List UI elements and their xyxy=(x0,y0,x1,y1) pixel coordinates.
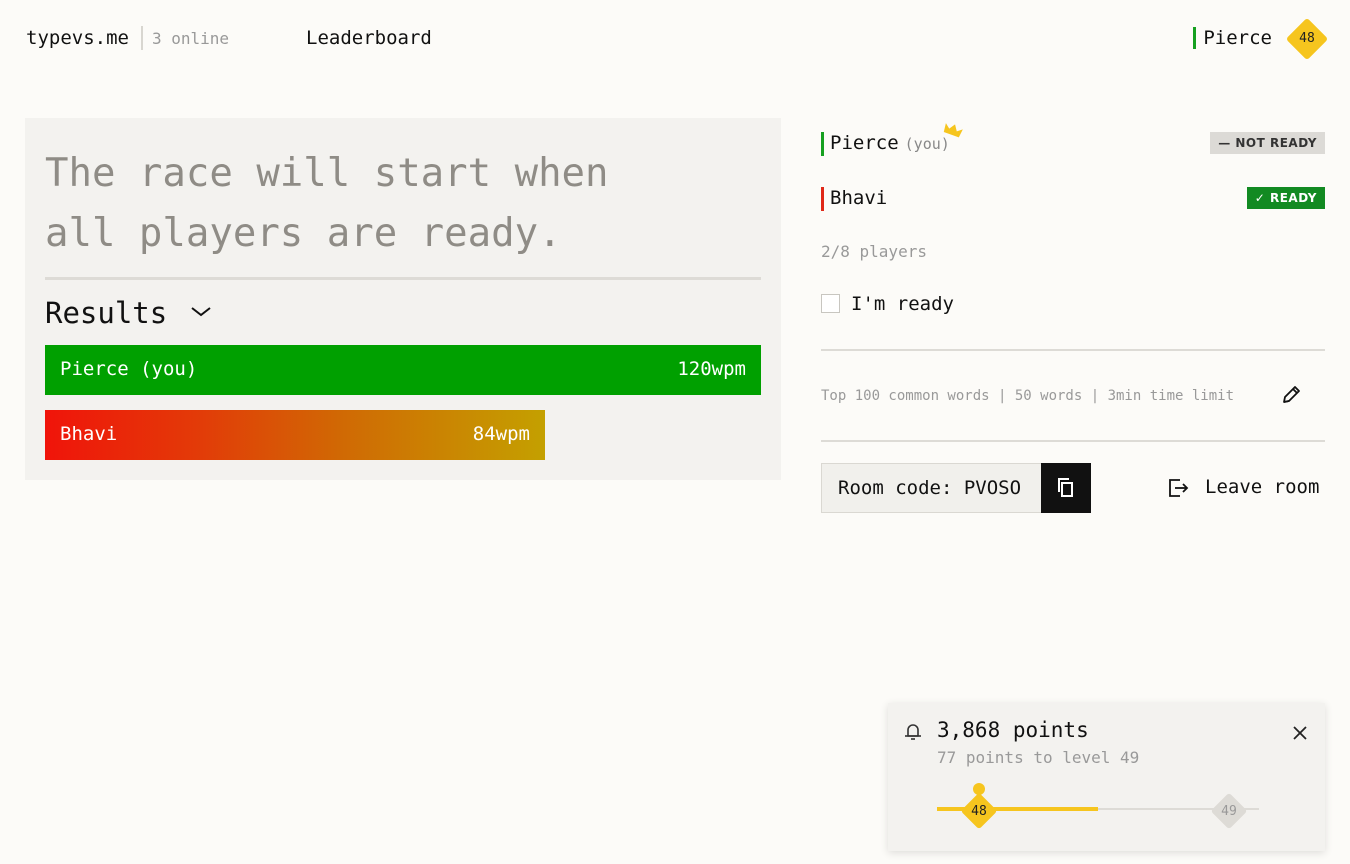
site-logo[interactable]: typevs.me xyxy=(26,27,129,49)
ready-checkbox[interactable] xyxy=(821,294,840,313)
result-bar-pierce: Pierce (you) 120wpm xyxy=(45,345,761,395)
room-divider xyxy=(821,440,1325,442)
player-name: Bhavi xyxy=(830,187,888,209)
player-row-bhavi: Bhavi xyxy=(821,187,887,211)
result-player-name: Pierce (you) xyxy=(60,358,198,380)
results-heading[interactable]: Results xyxy=(45,296,167,330)
player-name: Pierce xyxy=(830,132,899,154)
ready-checkbox-label[interactable]: I'm ready xyxy=(851,293,954,315)
top-bar: typevs.me 3 online Leaderboard Pierce 48 xyxy=(0,0,1350,76)
chevron-down-icon[interactable] xyxy=(188,302,214,320)
pencil-icon[interactable] xyxy=(1280,384,1302,406)
crown-icon xyxy=(943,123,963,138)
race-settings: Top 100 common words | 50 words | 3min t… xyxy=(821,388,1235,404)
current-level-number: 48 xyxy=(971,804,987,819)
result-wpm: 120wpm xyxy=(677,358,746,380)
user-menu[interactable]: Pierce xyxy=(1193,27,1272,49)
points-to-next-level: 77 points to level 49 xyxy=(937,748,1140,767)
points-toast: 3,868 points 77 points to level 49 48 49 xyxy=(888,703,1325,851)
room-code-text: Room code: PVOSO xyxy=(838,477,1022,499)
race-panel: The race will start when all players are… xyxy=(25,118,781,480)
next-level-number: 49 xyxy=(1221,804,1237,819)
status-badge-not-ready: — NOT READY xyxy=(1210,132,1325,154)
room-code-field: Room code: PVOSO xyxy=(821,463,1042,513)
status-badge-ready: ✓ READY xyxy=(1246,187,1325,209)
room-divider xyxy=(821,349,1325,351)
race-waiting-message: The race will start when all players are… xyxy=(45,151,609,256)
online-count: 3 online xyxy=(152,29,230,48)
exit-icon xyxy=(1169,479,1189,497)
header-divider xyxy=(141,26,143,50)
leave-room-label: Leave room xyxy=(1205,476,1320,498)
race-divider xyxy=(45,277,761,280)
result-bar-bhavi: Bhavi 84wpm xyxy=(45,410,545,460)
current-level-marker: 48 xyxy=(960,792,998,830)
players-count: 2/8 players xyxy=(821,242,927,261)
level-badge[interactable]: 48 xyxy=(1285,17,1329,61)
result-player-name: Bhavi xyxy=(60,423,118,445)
level-number: 48 xyxy=(1299,31,1315,46)
nav-leaderboard-link[interactable]: Leaderboard xyxy=(306,27,432,49)
points-total: 3,868 points xyxy=(937,718,1089,742)
player-row-pierce: Pierce (you) xyxy=(821,132,950,156)
copy-room-code-button[interactable] xyxy=(1041,463,1091,513)
close-icon[interactable] xyxy=(1290,723,1310,743)
next-level-marker: 49 xyxy=(1210,792,1248,830)
copy-icon xyxy=(1058,478,1073,497)
result-wpm: 84wpm xyxy=(472,423,530,445)
bell-icon xyxy=(905,724,921,740)
